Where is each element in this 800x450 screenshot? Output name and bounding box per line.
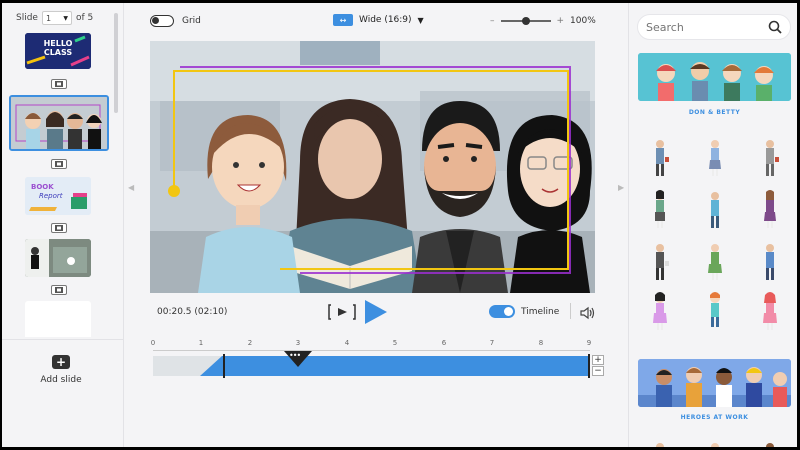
heroes-at-work-banner[interactable] bbox=[638, 359, 791, 407]
grid-label: Grid bbox=[182, 16, 201, 26]
timeline-zoom-in-button[interactable]: + bbox=[592, 355, 604, 365]
timeline-tick: 8 bbox=[538, 339, 544, 347]
character-library-panel: DON & BETTY bbox=[628, 3, 797, 447]
timeline-zoom-out-button[interactable]: − bbox=[592, 366, 604, 376]
timeline-tick: 5 bbox=[392, 339, 398, 347]
slide-thumbnail-2[interactable] bbox=[9, 95, 109, 151]
slide-1-subtitle: CLASS bbox=[43, 48, 73, 57]
slide-counter: Slide 1 ▼ of 5 bbox=[16, 11, 93, 25]
controls-divider bbox=[570, 303, 571, 319]
slide-number-value: 1 bbox=[45, 13, 52, 23]
character-grid-next-row bbox=[656, 443, 774, 447]
slide-thumbnail-4[interactable] bbox=[25, 239, 91, 277]
zoom-control: – + 100% bbox=[490, 16, 596, 26]
timeline-switch[interactable] bbox=[489, 305, 515, 318]
play-frame-icon bbox=[328, 304, 356, 320]
timeline-tick: 3 bbox=[295, 339, 301, 347]
slide-1-title: HELLO bbox=[43, 39, 73, 48]
slide-thumbnail-5[interactable] bbox=[25, 301, 91, 337]
playback-time: 00:20.5 (02:10) bbox=[157, 307, 228, 317]
search-icon[interactable] bbox=[768, 20, 782, 34]
add-slide-label: Add slide bbox=[40, 375, 82, 385]
slide-2-art bbox=[11, 97, 107, 149]
slide-3-title: BOOK bbox=[31, 183, 54, 191]
speaker-icon bbox=[580, 306, 595, 320]
resize-horizontal-icon: ↔ bbox=[333, 14, 353, 26]
scene-illustration bbox=[150, 41, 595, 293]
zoom-out-button[interactable]: – bbox=[490, 16, 495, 26]
slides-panel: Slide 1 ▼ of 5 HELLO CLASS BOOK Report +… bbox=[2, 3, 124, 447]
add-slide-button[interactable]: + Add slide bbox=[32, 355, 90, 385]
character-grid bbox=[653, 140, 779, 330]
app-window: Slide 1 ▼ of 5 HELLO CLASS BOOK Report +… bbox=[2, 3, 797, 447]
film-icon bbox=[55, 287, 63, 293]
add-transition-button[interactable] bbox=[51, 285, 67, 295]
timeline-tick: 1 bbox=[198, 339, 204, 347]
heroes-at-work-art bbox=[638, 359, 791, 407]
add-transition-button[interactable] bbox=[51, 79, 67, 89]
grid-toggle[interactable]: Grid bbox=[150, 15, 201, 27]
slide-thumbnail-1[interactable]: HELLO CLASS bbox=[25, 33, 91, 69]
don-and-betty-banner[interactable] bbox=[638, 53, 791, 101]
slide-4-art bbox=[25, 239, 91, 277]
slide-3-subtitle: Report bbox=[39, 192, 63, 200]
timeline-zoom-controls: + − bbox=[592, 355, 604, 377]
timeline[interactable]: 0 1 2 3 4 5 6 7 8 9 ••• bbox=[150, 339, 595, 379]
panel-divider bbox=[2, 339, 123, 340]
timeline-toggle[interactable]: Timeline bbox=[489, 305, 559, 318]
slide-thumbnail-3[interactable]: BOOK Report bbox=[25, 177, 91, 215]
zoom-slider[interactable] bbox=[500, 17, 551, 25]
play-button[interactable] bbox=[362, 299, 388, 325]
search-box[interactable] bbox=[637, 14, 791, 40]
canvas-stage[interactable] bbox=[150, 41, 595, 293]
stage-toolbar: Grid ↔ Wide (16:9) ▼ – + 100% bbox=[125, 3, 625, 41]
search-input[interactable] bbox=[646, 20, 766, 34]
more-icon: ••• bbox=[289, 351, 301, 360]
add-transition-button[interactable] bbox=[51, 223, 67, 233]
slide-number-select[interactable]: 1 ▼ bbox=[41, 11, 72, 25]
zoom-in-button[interactable]: + bbox=[557, 16, 565, 26]
zoom-value: 100% bbox=[570, 16, 596, 26]
timeline-tick: 9 bbox=[586, 339, 592, 347]
timeline-clip[interactable] bbox=[200, 356, 590, 376]
aspect-ratio-select[interactable]: ↔ Wide (16:9) ▼ bbox=[333, 14, 424, 26]
play-frame-button[interactable] bbox=[328, 303, 356, 321]
collapse-left-icon[interactable]: ◀ bbox=[128, 183, 136, 203]
volume-button[interactable] bbox=[580, 305, 596, 320]
film-icon bbox=[55, 225, 63, 231]
timeline-ruler bbox=[153, 350, 590, 351]
film-icon bbox=[55, 81, 63, 87]
add-transition-button[interactable] bbox=[51, 159, 67, 169]
timeline-tick: 2 bbox=[247, 339, 253, 347]
play-icon bbox=[365, 300, 387, 324]
aspect-ratio-value: Wide (16:9) bbox=[359, 15, 412, 25]
don-and-betty-label: DON & BETTY bbox=[688, 109, 741, 116]
slide-label: Slide bbox=[16, 13, 38, 23]
slides-scrollbar[interactable] bbox=[114, 13, 118, 113]
timeline-label: Timeline bbox=[521, 306, 560, 317]
grid-switch[interactable] bbox=[150, 15, 174, 27]
timeline-tick: 6 bbox=[441, 339, 447, 347]
chevron-down-icon: ▼ bbox=[417, 15, 424, 25]
don-and-betty-art bbox=[638, 53, 791, 101]
timeline-tick: 0 bbox=[150, 339, 156, 347]
plus-icon: + bbox=[52, 355, 70, 369]
heroes-at-work-label: HEROES AT WORK bbox=[680, 414, 749, 421]
slide-total-label: of 5 bbox=[75, 13, 94, 23]
chevron-down-icon: ▼ bbox=[63, 14, 68, 22]
clip-start-handle[interactable] bbox=[223, 354, 225, 378]
collapse-right-icon[interactable]: ▶ bbox=[618, 183, 626, 203]
clip-end-handle[interactable] bbox=[588, 354, 590, 378]
timeline-tick: 4 bbox=[344, 339, 350, 347]
timeline-tick: 7 bbox=[489, 339, 495, 347]
film-icon bbox=[55, 161, 63, 167]
zoom-slider-knob[interactable] bbox=[521, 17, 530, 25]
